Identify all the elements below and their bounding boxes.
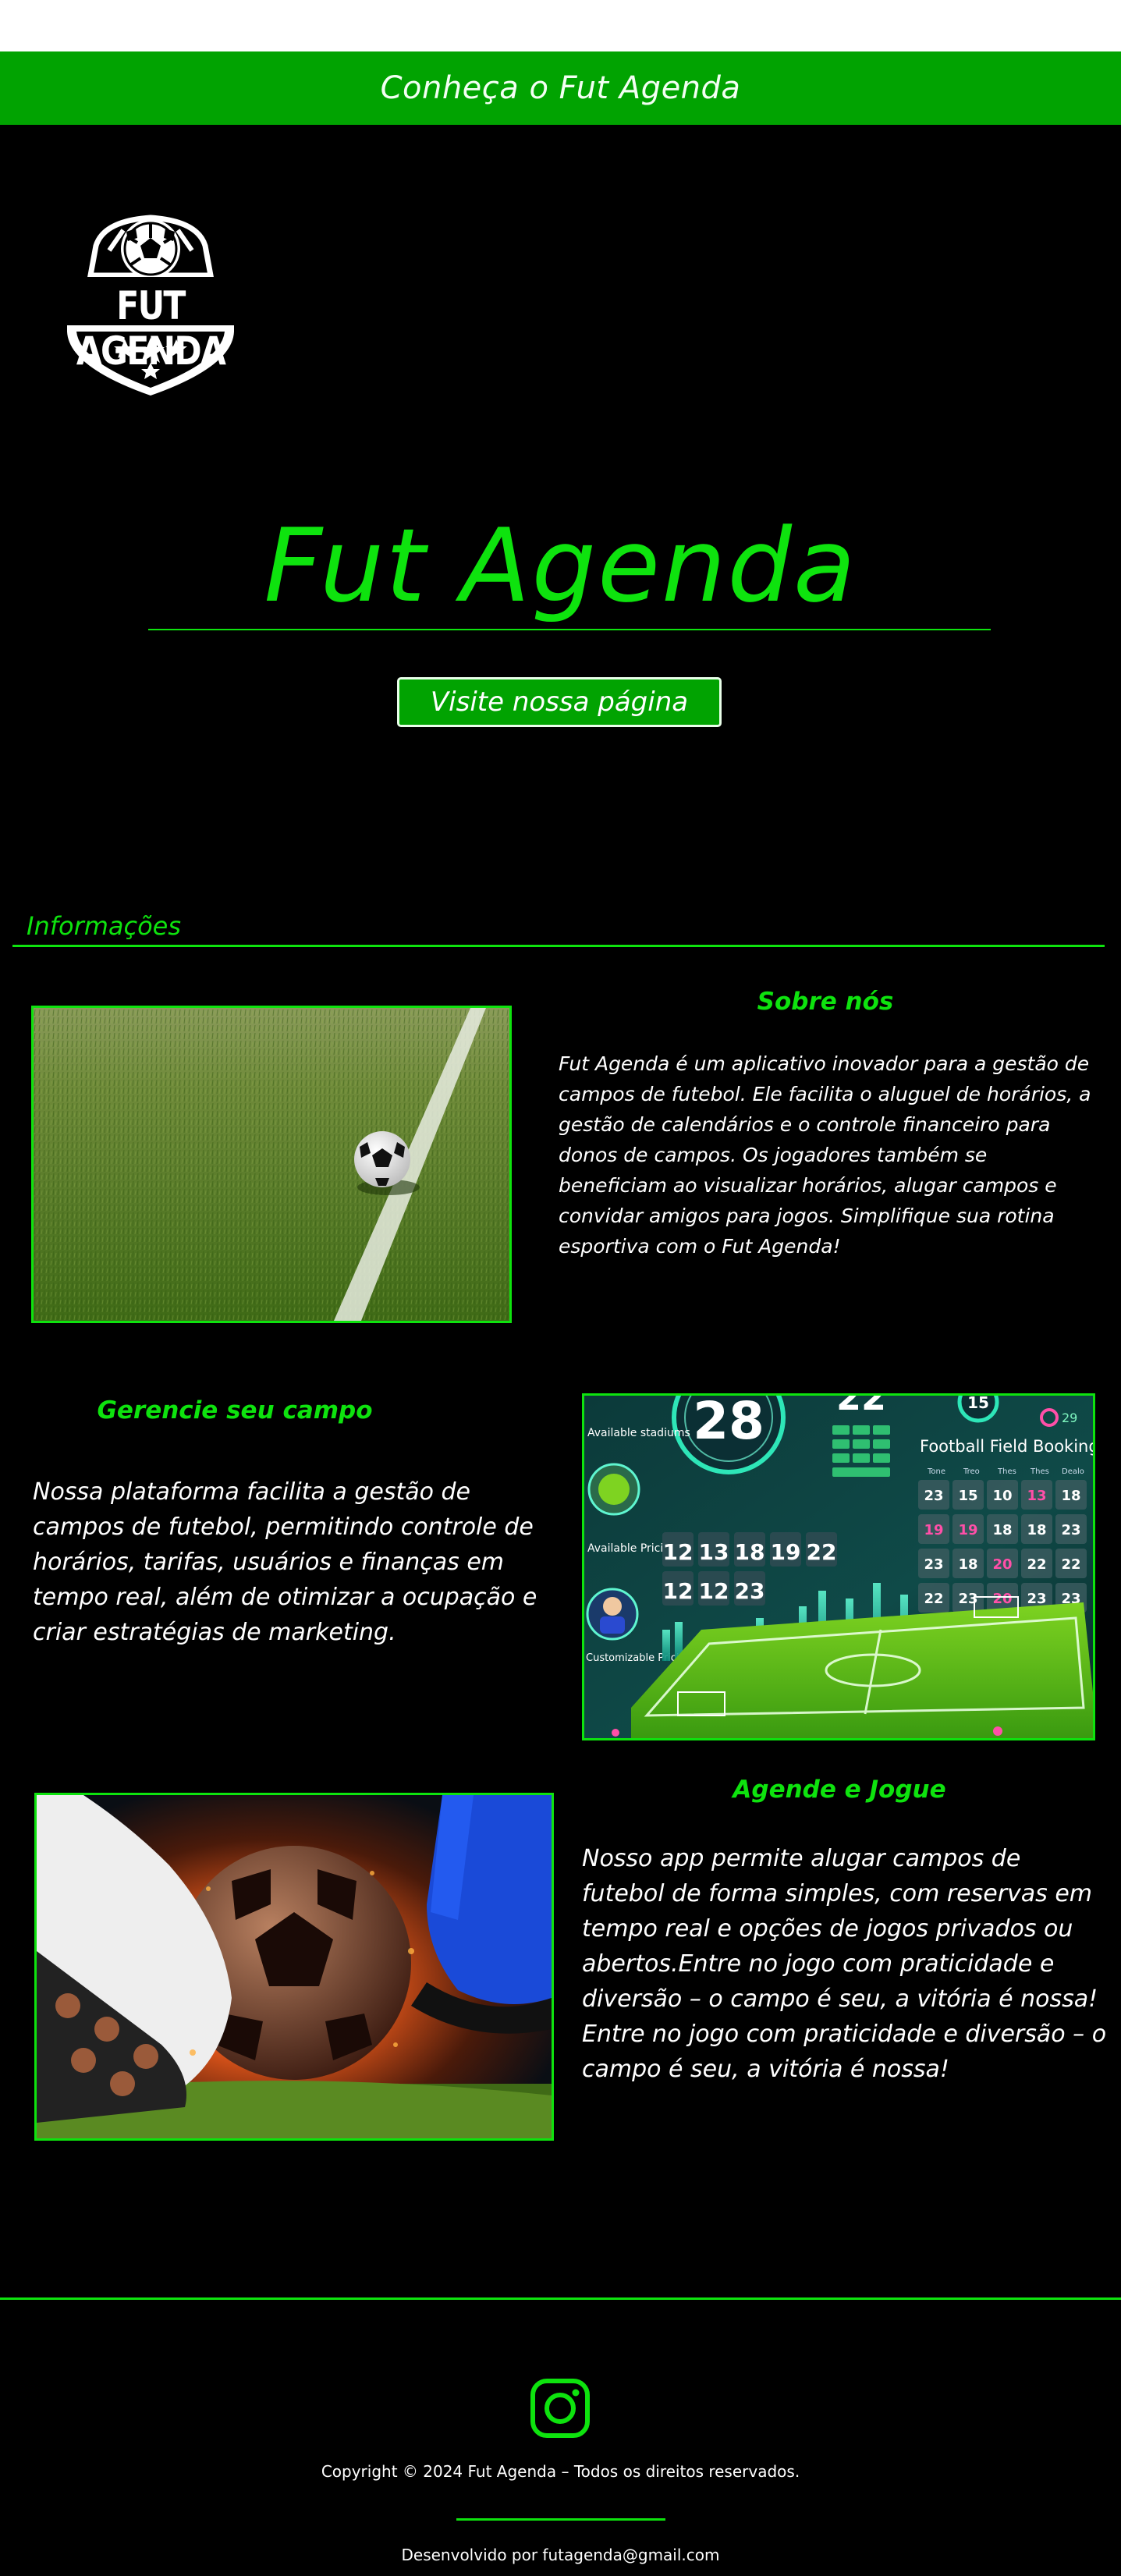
calendar-cell-value: 19 xyxy=(924,1522,943,1538)
schedule-cell-value: 18 xyxy=(735,1539,765,1565)
calendar-cell-value: 23 xyxy=(924,1556,943,1573)
copyright-text: Copyright © 2024 Fut Agenda – Todos os d… xyxy=(321,2462,800,2481)
right-value: 29 xyxy=(1062,1410,1077,1425)
calendar-cell-value: 18 xyxy=(1061,1488,1080,1504)
banner-text: Conheça o Fut Agenda xyxy=(380,70,741,106)
calendar-cell-value: 13 xyxy=(1027,1488,1046,1504)
week-header: Thes xyxy=(997,1467,1016,1476)
about-text: Fut Agenda é um aplicativo inovador para… xyxy=(559,1052,1091,1258)
play-text: Nosso app permite alugar campos de futeb… xyxy=(582,1845,1107,2083)
calendar-cell-value: 22 xyxy=(1027,1556,1046,1573)
schedule-cell-value: 22 xyxy=(807,1539,837,1565)
calendar-cell-value: 19 xyxy=(958,1522,977,1538)
calendar-cell-value: 10 xyxy=(992,1488,1012,1504)
calendar-cell-value: 20 xyxy=(992,1591,1012,1607)
small-ring-value: 15 xyxy=(967,1396,989,1412)
section-label-informacoes: Informações xyxy=(27,911,182,941)
week-header: Tone xyxy=(927,1467,945,1476)
logo-text: FUT AGENDA xyxy=(76,283,226,374)
schedule-cell-value: 19 xyxy=(771,1539,801,1565)
calendar-cell-value: 23 xyxy=(924,1488,943,1504)
section-divider xyxy=(12,945,1105,947)
booking-heading: Football Field Booking xyxy=(920,1437,1093,1456)
calendar-cell-value: 18 xyxy=(958,1556,977,1573)
manage-title: Gerencie seu campo xyxy=(97,1396,373,1425)
calendar-cell-value: 18 xyxy=(992,1522,1012,1538)
instagram-icon[interactable] xyxy=(530,2378,591,2439)
schedule-cell-value: 23 xyxy=(735,1578,765,1604)
calendar-cell-value: 15 xyxy=(958,1488,977,1504)
calendar-cell-value: 18 xyxy=(1027,1522,1046,1538)
grass-ball-image xyxy=(31,1006,512,1323)
schedule-cell-value: 13 xyxy=(699,1539,729,1565)
week-header: Dealo xyxy=(1062,1467,1084,1476)
fut-agenda-logo[interactable]: FUT AGENDA xyxy=(37,215,264,398)
ball-cleats-image xyxy=(34,1793,554,2141)
about-title: Sobre nós xyxy=(757,988,894,1016)
manage-text: Nossa plataforma facilita a gestão de ca… xyxy=(33,1478,537,1646)
schedule-cell-value: 12 xyxy=(663,1578,694,1604)
big-number: 28 xyxy=(693,1396,764,1451)
calendar-cell-value: 22 xyxy=(924,1591,943,1607)
hero-divider xyxy=(148,629,991,630)
footer-divider xyxy=(0,2297,1121,2300)
hero-title: Fut Agenda xyxy=(264,506,857,625)
top-whitespace xyxy=(0,0,1121,51)
calendar-cell-value: 23 xyxy=(1061,1522,1080,1538)
calendar-cell-value: 22 xyxy=(1061,1556,1080,1573)
top-number: 22 xyxy=(836,1396,886,1418)
week-header: Thes xyxy=(1030,1467,1049,1476)
week-header: Treo xyxy=(963,1467,980,1476)
developer-credit: Desenvolvido por futagenda@gmail.com xyxy=(401,2546,720,2564)
footer-small-divider xyxy=(456,2518,665,2521)
booking-app-image: 28 22 15 29 Available stadiums Available… xyxy=(582,1393,1095,1740)
visit-page-button[interactable]: Visite nossa página xyxy=(397,677,722,727)
top-banner: Conheça o Fut Agenda xyxy=(0,51,1121,125)
available-stadiums-label: Available stadiums xyxy=(587,1427,690,1439)
play-title: Agende e Jogue xyxy=(733,1776,946,1804)
schedule-cell-value: 12 xyxy=(663,1539,694,1565)
schedule-cell-value: 12 xyxy=(699,1578,729,1604)
calendar-cell-value: 20 xyxy=(992,1556,1012,1573)
calendar-cell-value: 23 xyxy=(1027,1591,1046,1607)
